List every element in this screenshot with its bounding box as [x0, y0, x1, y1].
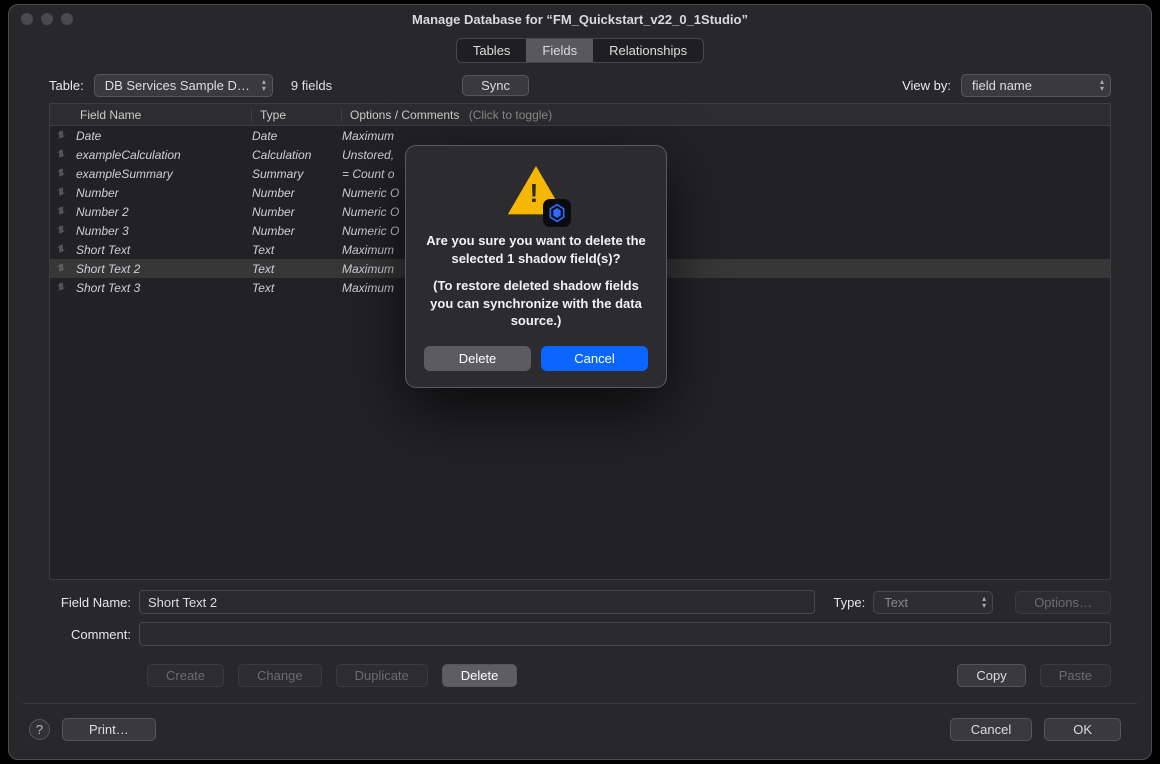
comment-input[interactable] [139, 622, 1111, 646]
cell-field-name: Short Text 3 [72, 281, 252, 295]
tab-relationships[interactable]: Relationships [593, 39, 703, 62]
type-label: Type: [833, 595, 865, 610]
copy-button[interactable]: Copy [957, 664, 1025, 687]
help-button[interactable]: ? [29, 719, 50, 740]
cell-type: Date [252, 129, 342, 143]
cell-field-name: Date [72, 129, 252, 143]
drag-handle-icon[interactable]: ⥮ [50, 130, 72, 141]
tab-fields[interactable]: Fields [526, 39, 593, 62]
table-label: Table: [49, 78, 84, 93]
cell-type: Text [252, 281, 342, 295]
sync-button[interactable]: Sync [462, 75, 529, 96]
cell-field-name: exampleSummary [72, 167, 252, 181]
viewby-value: field name [972, 78, 1032, 93]
zoom-window-icon[interactable] [61, 13, 73, 25]
updown-icon: ▴▾ [982, 595, 986, 609]
cell-field-name: Number [72, 186, 252, 200]
viewby-label: View by: [902, 78, 951, 93]
create-button[interactable]: Create [147, 664, 224, 687]
cell-options: Maximum [342, 129, 1110, 143]
duplicate-button[interactable]: Duplicate [336, 664, 428, 687]
minimize-window-icon[interactable] [41, 13, 53, 25]
updown-icon: ▴▾ [1100, 78, 1104, 92]
cell-type: Number [252, 205, 342, 219]
cell-type: Text [252, 262, 342, 276]
toolbar: Table: DB Services Sample D… ▴▾ 9 fields… [9, 67, 1151, 103]
cell-field-name: Short Text 2 [72, 262, 252, 276]
drag-handle-icon[interactable]: ⥮ [50, 149, 72, 160]
tab-tables[interactable]: Tables [457, 39, 527, 62]
comment-label: Comment: [49, 627, 131, 642]
drag-handle-icon[interactable]: ⥮ [50, 282, 72, 293]
field-count: 9 fields [291, 78, 332, 93]
drag-handle-icon[interactable]: ⥮ [50, 244, 72, 255]
table-dropdown-value: DB Services Sample D… [105, 78, 250, 93]
dialog-submessage: (To restore deleted shadow fields you ca… [424, 277, 648, 330]
dialog-message: Are you sure you want to delete the sele… [424, 232, 648, 267]
dialog-cancel-button[interactable]: Cancel [541, 346, 648, 371]
cell-type: Summary [252, 167, 342, 181]
close-window-icon[interactable] [21, 13, 33, 25]
header-field-name[interactable]: Field Name [72, 108, 252, 122]
viewby-dropdown[interactable]: field name ▴▾ [961, 74, 1111, 97]
cell-field-name: Number 2 [72, 205, 252, 219]
fieldname-input[interactable] [139, 590, 815, 614]
drag-handle-icon[interactable]: ⥮ [50, 187, 72, 198]
drag-handle-icon[interactable]: ⥮ [50, 206, 72, 217]
fieldname-label: Field Name: [49, 595, 131, 610]
delete-button[interactable]: Delete [442, 664, 518, 687]
cell-type: Number [252, 186, 342, 200]
titlebar: Manage Database for “FM_Quickstart_v22_0… [9, 5, 1151, 33]
updown-icon: ▴▾ [262, 78, 266, 92]
action-buttons: Create Change Duplicate Delete Copy Past… [9, 660, 1151, 699]
cell-type: Number [252, 224, 342, 238]
cell-field-name: Number 3 [72, 224, 252, 238]
drag-handle-icon[interactable]: ⥮ [50, 225, 72, 236]
footer: ? Print… Cancel OK [9, 712, 1151, 759]
window-title: Manage Database for “FM_Quickstart_v22_0… [9, 12, 1151, 27]
cell-field-name: Short Text [72, 243, 252, 257]
dialog-delete-button[interactable]: Delete [424, 346, 531, 371]
cell-type: Calculation [252, 148, 342, 162]
cell-type: Text [252, 243, 342, 257]
options-button[interactable]: Options… [1015, 591, 1111, 614]
window-controls [21, 13, 73, 25]
drag-handle-icon[interactable]: ⥮ [50, 168, 72, 179]
tabs-segmented-control: Tables Fields Relationships [456, 38, 704, 63]
table-header: Field Name Type Options / Comments (Clic… [50, 104, 1110, 126]
type-dropdown[interactable]: Text ▴▾ [873, 591, 993, 614]
confirm-delete-dialog: ! Are you sure you want to delete the se… [405, 145, 667, 388]
print-button[interactable]: Print… [62, 718, 156, 741]
table-dropdown[interactable]: DB Services Sample D… ▴▾ [94, 74, 273, 97]
drag-handle-icon[interactable]: ⥮ [50, 263, 72, 274]
ok-button[interactable]: OK [1044, 718, 1121, 741]
app-badge-icon [543, 199, 571, 227]
cell-field-name: exampleCalculation [72, 148, 252, 162]
header-type[interactable]: Type [252, 108, 342, 122]
change-button[interactable]: Change [238, 664, 322, 687]
tabs-row: Tables Fields Relationships [9, 33, 1151, 67]
warning-icon: ! [508, 164, 564, 220]
cancel-button[interactable]: Cancel [950, 718, 1032, 741]
field-form: Field Name: Type: Text ▴▾ Options… Comme… [9, 580, 1151, 660]
divider [23, 703, 1137, 704]
header-options[interactable]: Options / Comments (Click to toggle) [342, 108, 1110, 122]
paste-button[interactable]: Paste [1040, 664, 1111, 687]
table-row[interactable]: ⥮DateDateMaximum [50, 126, 1110, 145]
